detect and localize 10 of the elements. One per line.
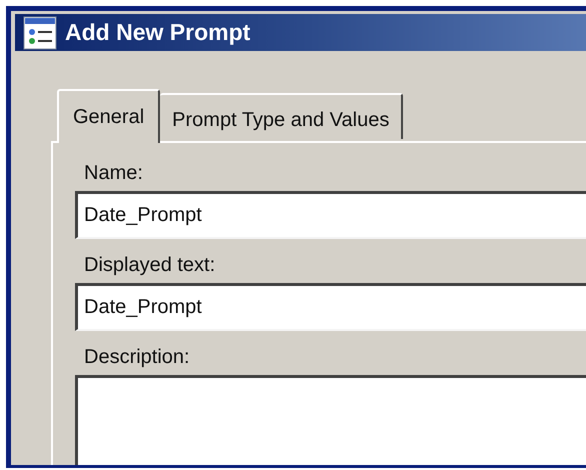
text-field[interactable]: Date_Prompt bbox=[75, 283, 586, 331]
field-label: Displayed text: bbox=[83, 253, 216, 278]
text-area[interactable] bbox=[75, 375, 586, 465]
text-field[interactable]: Date_Prompt bbox=[75, 191, 586, 239]
form-window-icon bbox=[23, 16, 57, 50]
window-title: Add New Prompt bbox=[65, 18, 250, 48]
tab[interactable]: General bbox=[57, 89, 160, 143]
field-label: Name: bbox=[83, 161, 144, 186]
tab[interactable]: Prompt Type and Values bbox=[160, 93, 404, 139]
field-label: Description: bbox=[83, 345, 191, 370]
